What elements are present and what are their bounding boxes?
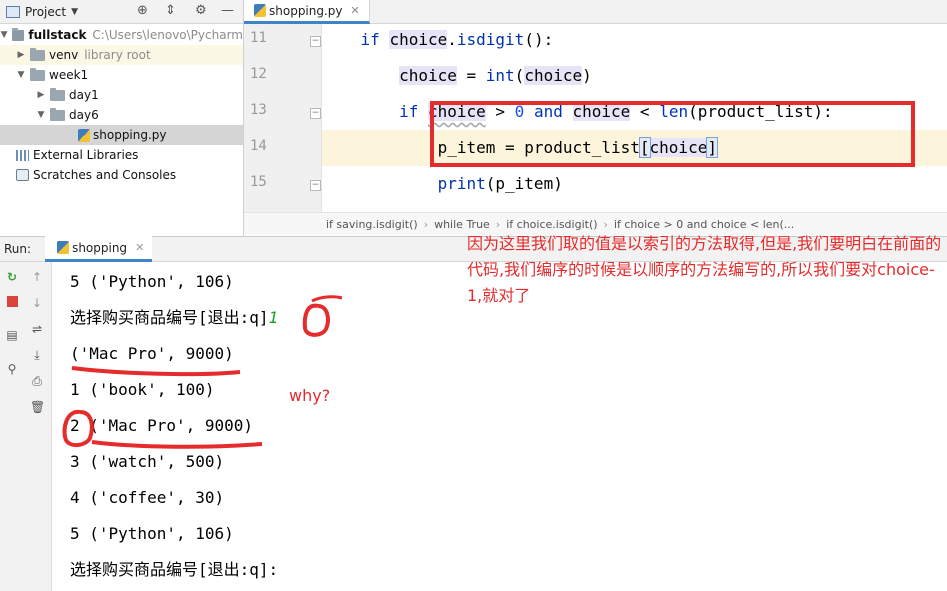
project-panel: Project ▼ ⊕ ⇕ ⚙ — ▼ fullstack C:\Users\l…: [0, 0, 244, 236]
folder-icon: [30, 67, 45, 81]
fold-icon[interactable]: −: [310, 180, 321, 191]
console-input-echo: 1: [268, 308, 279, 327]
folder-icon: [30, 47, 45, 61]
line-number: 12: [250, 66, 267, 82]
console-line: ('Mac Pro', 9000): [70, 344, 234, 363]
arrow-up-icon[interactable]: ↑: [30, 270, 44, 284]
chevron-down-icon[interactable]: ▼: [71, 7, 78, 17]
layout-icon[interactable]: ▤: [5, 328, 19, 342]
breadcrumb-item[interactable]: if choice > 0 and choice < len(...: [614, 218, 794, 231]
folder-icon: [50, 107, 65, 121]
project-title[interactable]: Project: [25, 5, 66, 19]
breadcrumb-separator-icon: ›: [495, 217, 501, 231]
print-icon[interactable]: ⎙: [30, 374, 44, 388]
console-line: 5 ('Python', 106): [70, 272, 234, 291]
chevron-down-icon[interactable]: ▼: [0, 30, 8, 40]
chevron-down-icon[interactable]: ▼: [36, 110, 46, 120]
highlight-box-annotation: [430, 101, 915, 167]
gear-icon[interactable]: ⚙: [195, 3, 207, 18]
chevron-right-icon[interactable]: ▶: [16, 50, 26, 60]
trash-icon[interactable]: 🗑: [30, 400, 45, 414]
code-line-12[interactable]: choice = int(choice): [322, 58, 947, 94]
console-line-prompt: 选择购买商品编号[退出:q]1: [70, 308, 279, 327]
fold-icon[interactable]: −: [310, 36, 321, 47]
stop-icon[interactable]: [5, 296, 19, 310]
project-header: Project ▼ ⊕ ⇕ ⚙ —: [0, 0, 243, 24]
console-line: 3 ('watch', 500): [70, 452, 225, 471]
tree-item-shopping-py[interactable]: shopping.py: [0, 125, 243, 145]
code-line-15[interactable]: print(p_item): [322, 166, 947, 202]
pin-icon[interactable]: ⚲: [5, 362, 19, 376]
python-file-icon: [254, 4, 266, 17]
annotation-why: why?: [289, 386, 331, 405]
project-icon: [6, 5, 20, 18]
soft-wrap-icon[interactable]: ⇌: [30, 322, 44, 336]
code-line-11[interactable]: if choice.isdigit():: [322, 24, 947, 58]
tree-item-day1[interactable]: ▶ day1: [0, 85, 243, 105]
close-icon[interactable]: ✕: [135, 241, 144, 254]
close-icon[interactable]: ✕: [351, 4, 360, 17]
annotation-note: 因为这里我们取的值是以索引的方法取得,但是,我们要明白在前面的代码,我们编序的时…: [467, 234, 942, 305]
python-file-icon: [78, 128, 90, 142]
tree-item-venv[interactable]: ▶ venv library root: [0, 45, 243, 65]
tree-item-external-libraries[interactable]: External Libraries: [0, 145, 243, 165]
folder-icon: [12, 27, 25, 41]
folder-icon: [50, 87, 65, 101]
rerun-icon[interactable]: ↻: [5, 270, 19, 284]
console-line: 2 ('Mac Pro', 9000): [70, 416, 254, 435]
run-label: Run:: [4, 242, 32, 256]
chevron-right-icon[interactable]: ▶: [36, 90, 46, 100]
tree-item-day6[interactable]: ▼ day6: [0, 105, 243, 125]
editor-tab-bar: shopping.py ✕: [244, 0, 947, 24]
fold-icon[interactable]: −: [310, 108, 321, 119]
minimize-icon[interactable]: —: [221, 3, 234, 18]
breadcrumb-separator-icon: ›: [423, 217, 429, 231]
line-number: 11: [250, 30, 267, 46]
console-line: 5 ('Python', 106): [70, 524, 234, 543]
console-line: 1 ('book', 100): [70, 380, 215, 399]
editor-tab-shopping-py[interactable]: shopping.py ✕: [244, 0, 370, 24]
collapse-icon[interactable]: ⇕: [165, 3, 176, 18]
locate-icon[interactable]: ⊕: [137, 3, 148, 18]
scroll-to-end-icon[interactable]: ⤓: [30, 348, 44, 362]
chevron-down-icon[interactable]: ▼: [16, 70, 26, 80]
line-number: 15: [250, 174, 267, 190]
line-number: 14: [250, 138, 267, 154]
breadcrumb-separator-icon: ›: [603, 217, 608, 231]
breadcrumb-item[interactable]: if choice.isdigit(): [506, 218, 597, 231]
run-tab-shopping[interactable]: shopping ✕: [45, 236, 153, 262]
python-file-icon: [57, 241, 70, 254]
console-output[interactable]: 5 ('Python', 106) 选择购买商品编号[退出:q]1 ('Mac …: [52, 262, 947, 591]
arrow-down-icon[interactable]: ↓: [30, 296, 44, 310]
console-line: 选择购买商品编号[退出:q]:: [70, 560, 279, 579]
library-icon: [16, 149, 29, 161]
tree-item-fullstack[interactable]: ▼ fullstack C:\Users\lenovo\Pycharm: [0, 25, 243, 45]
run-toolbar: ↻ ↑ ↓ ▤ ⇌ ⤓ ⚲ ⎙ 🗑: [0, 262, 52, 591]
console-line: 4 ('coffee', 30): [70, 488, 225, 507]
editor-gutter: 11 12 13 14 15 − − −: [244, 24, 322, 212]
breadcrumb-item[interactable]: while True: [434, 218, 490, 231]
breadcrumb-item[interactable]: if saving.isdigit(): [326, 218, 418, 231]
scratches-icon: [16, 169, 29, 181]
tree-item-scratches[interactable]: Scratches and Consoles: [0, 165, 243, 185]
tree-item-week1[interactable]: ▼ week1: [0, 65, 243, 85]
line-number: 13: [250, 102, 267, 118]
